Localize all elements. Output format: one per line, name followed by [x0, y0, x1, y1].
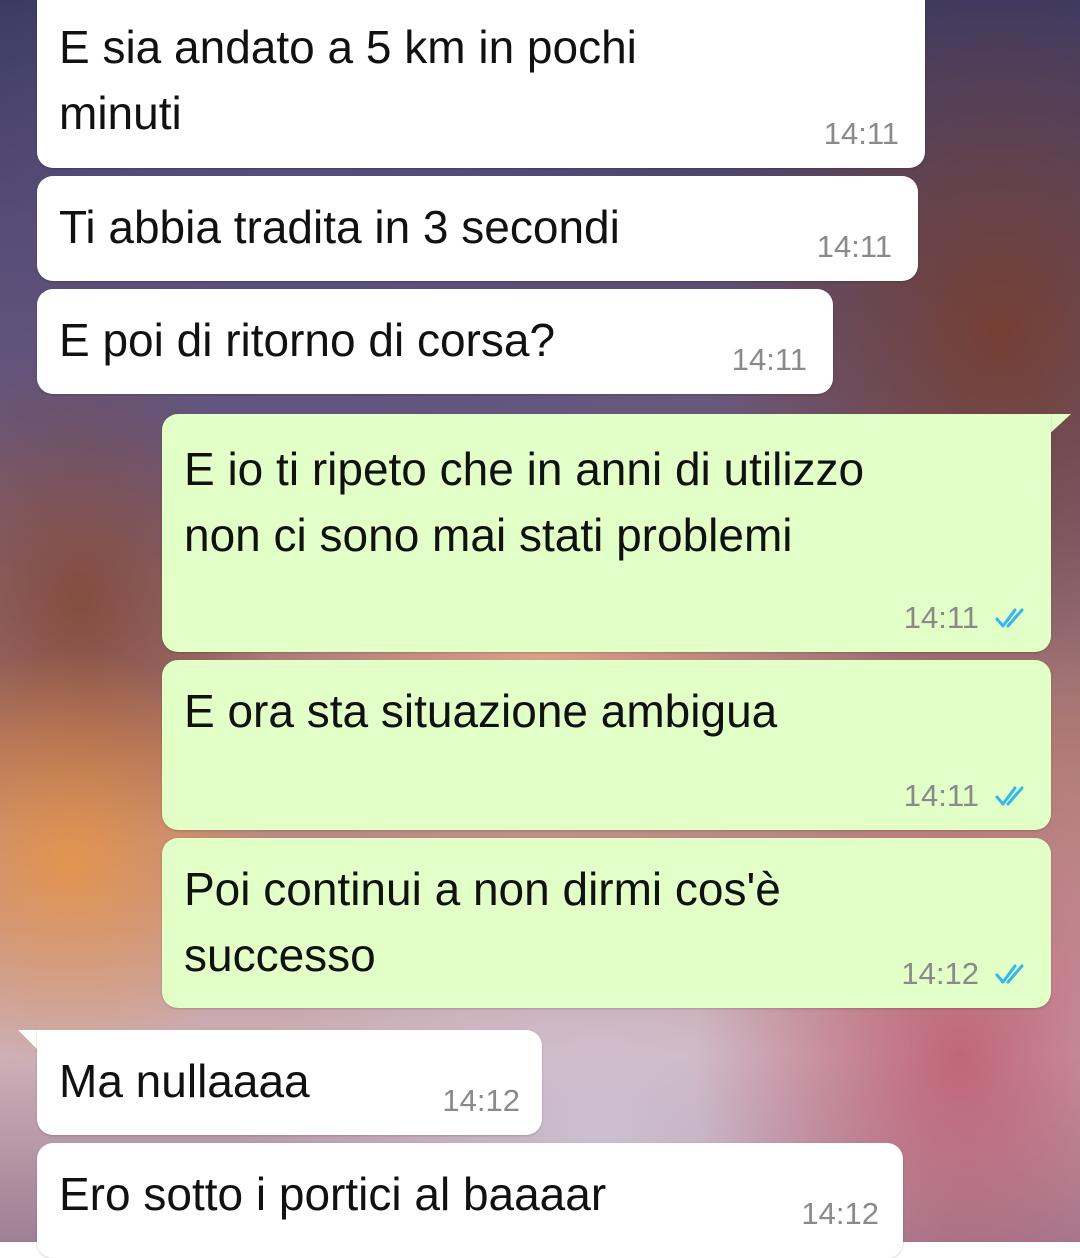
message-text: Ti abbia tradita in 3 secondi	[59, 201, 620, 253]
message-time: 14:11	[731, 342, 807, 377]
double-check-read-icon	[995, 964, 1024, 984]
message-time: 14:11	[903, 600, 979, 635]
message-time: 14:12	[801, 1196, 879, 1231]
double-check-read-icon	[995, 786, 1024, 806]
message-bubble-incoming[interactable]: Ti abbia tradita in 3 secondi 14:11	[37, 176, 918, 281]
message-bubble-incoming[interactable]: Ero sotto i portici al baaaar 14:12	[37, 1143, 903, 1258]
message-time: 14:11	[823, 116, 899, 151]
message-bubble-outgoing[interactable]: Poi continui a non dirmi cos'è successo …	[162, 838, 1051, 1008]
message-time: 14:12	[901, 956, 979, 991]
message-bubble-incoming[interactable]: E poi di ritorno di corsa? 14:11	[37, 289, 833, 394]
message-bubble-incoming[interactable]: Ma nullaaaa 14:12	[37, 1030, 542, 1135]
message-time: 14:11	[903, 778, 979, 813]
message-text: Ma nullaaaa	[59, 1055, 310, 1107]
message-time: 14:11	[816, 229, 892, 264]
message-bubble-outgoing[interactable]: E ora sta situazione ambigua 14:11	[162, 660, 1051, 830]
message-bubble-incoming[interactable]: E sia andato a 5 km in pochi minuti 14:1…	[37, 0, 925, 168]
double-check-read-icon	[995, 608, 1024, 628]
message-text: E io ti ripeto che in anni di utilizzo n…	[184, 443, 865, 561]
message-bubble-outgoing[interactable]: E io ti ripeto che in anni di utilizzo n…	[162, 414, 1051, 652]
message-text: Ero sotto i portici al baaaar	[59, 1168, 607, 1220]
message-text: E ora sta situazione ambigua	[184, 685, 778, 737]
message-text: Poi continui a non dirmi cos'è successo	[184, 863, 781, 981]
message-time: 14:12	[442, 1083, 520, 1118]
message-text: E sia andato a 5 km in pochi minuti	[59, 21, 637, 139]
message-text: E poi di ritorno di corsa?	[59, 314, 556, 366]
